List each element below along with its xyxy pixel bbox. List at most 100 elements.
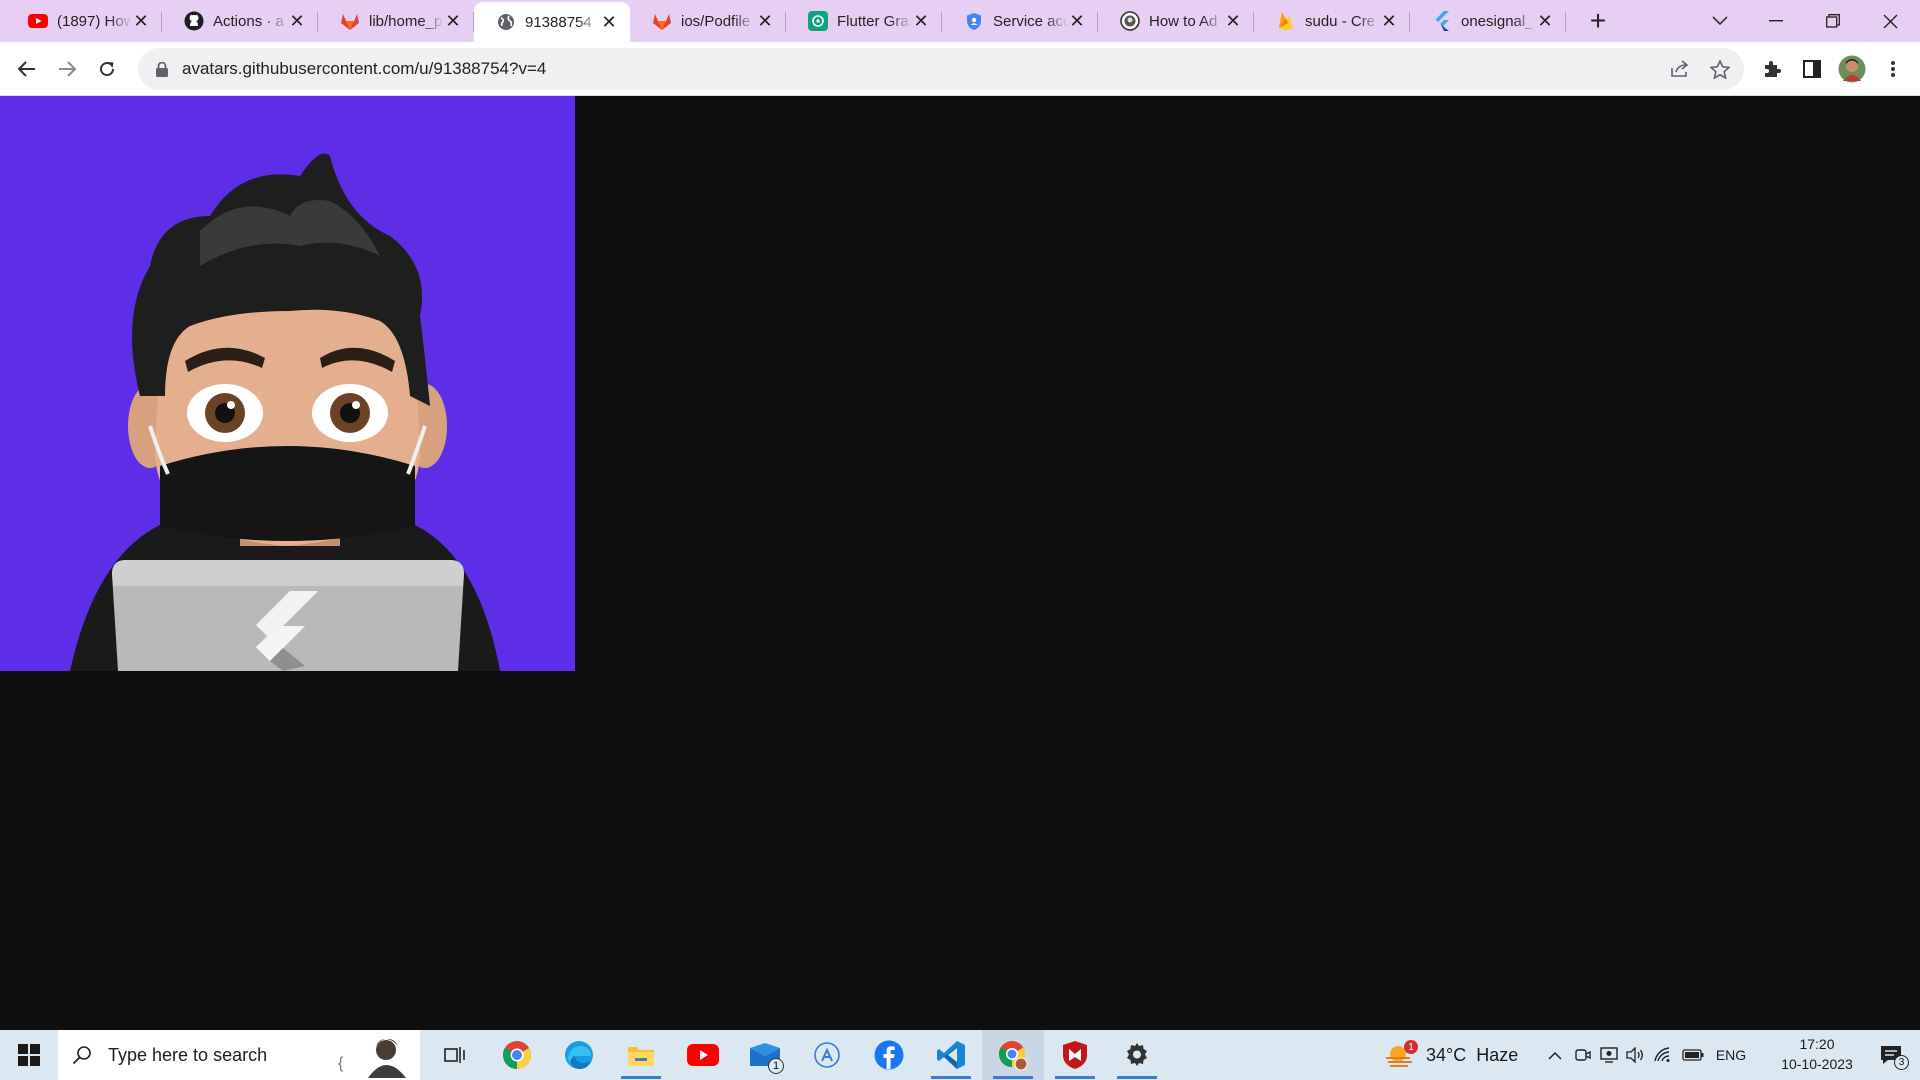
- tab-title: Service acc: [993, 12, 1068, 30]
- chevron-up-icon[interactable]: [1540, 1051, 1570, 1060]
- notification-count: 3: [1894, 1055, 1909, 1070]
- gitlab-icon: [652, 11, 672, 31]
- display-icon[interactable]: [1596, 1047, 1622, 1063]
- tab-title: sudu - Cre: [1305, 12, 1376, 30]
- tab-youtube[interactable]: (1897) How ✕: [6, 2, 162, 40]
- close-icon[interactable]: ✕: [1068, 11, 1086, 31]
- more-menu-icon[interactable]: [1877, 53, 1909, 85]
- close-icon[interactable]: ✕: [600, 12, 618, 32]
- back-button[interactable]: [11, 53, 43, 85]
- taskbar-search-box[interactable]: Type here to search {: [58, 1030, 420, 1080]
- memoji-avatar-illustration: [0, 96, 575, 671]
- github-icon: [184, 11, 204, 31]
- weather-badge: 1: [1404, 1040, 1418, 1054]
- file-explorer-icon[interactable]: [610, 1030, 672, 1080]
- settings-taskbar-icon[interactable]: [1106, 1030, 1168, 1080]
- meet-now-icon[interactable]: [1570, 1047, 1596, 1063]
- notification-icon: 3: [1880, 1045, 1909, 1070]
- close-icon[interactable]: ✕: [132, 11, 150, 31]
- chrome-profile-taskbar-icon[interactable]: [982, 1030, 1044, 1080]
- bookmark-star-icon[interactable]: [1708, 58, 1732, 80]
- weather-widget[interactable]: 1 34°C Haze: [1384, 1030, 1518, 1080]
- tab-strip: (1897) How ✕ Actions · a ✕ lib/home_p ✕ …: [0, 0, 1920, 42]
- tray-icons: ENG: [1540, 1030, 1754, 1080]
- notification-center-button[interactable]: 3: [1866, 1030, 1916, 1080]
- shield-icon: [964, 11, 984, 31]
- weather-temp: 34°C: [1426, 1044, 1467, 1065]
- close-icon[interactable]: ✕: [1536, 11, 1554, 31]
- windows-taskbar: Type here to search { 1 1 34°C Haze ENG …: [0, 1030, 1920, 1080]
- facebook-taskbar-icon[interactable]: [858, 1030, 920, 1080]
- edge-taskbar-icon[interactable]: [548, 1030, 610, 1080]
- mail-badge: 1: [768, 1058, 784, 1074]
- tab-title: onesignal_: [1461, 12, 1534, 30]
- forward-button[interactable]: [51, 53, 83, 85]
- new-tab-button[interactable]: +: [1576, 1, 1620, 41]
- volume-icon[interactable]: [1622, 1047, 1648, 1063]
- profile-avatar[interactable]: [1836, 53, 1868, 85]
- openai-icon: [808, 11, 828, 31]
- close-icon[interactable]: ✕: [444, 11, 462, 31]
- tab-title: (1897) How: [57, 12, 132, 30]
- mail-taskbar-icon[interactable]: 1: [734, 1030, 796, 1080]
- vscode-taskbar-icon[interactable]: [920, 1030, 982, 1080]
- lock-icon[interactable]: [154, 60, 170, 78]
- close-icon[interactable]: ✕: [1380, 11, 1398, 31]
- tab-github-actions[interactable]: Actions · a ✕: [162, 2, 318, 40]
- browser-toolbar: avatars.githubusercontent.com/u/91388754…: [0, 42, 1920, 96]
- tab-sudu-firebase[interactable]: sudu - Cre ✕: [1254, 2, 1410, 40]
- tab-gitlab-home[interactable]: lib/home_p ✕: [318, 2, 474, 40]
- close-icon[interactable]: ✕: [912, 11, 930, 31]
- youtube-icon: [28, 11, 48, 31]
- battery-icon[interactable]: [1678, 1049, 1708, 1061]
- tab-onesignal[interactable]: onesignal_ ✕: [1410, 2, 1566, 40]
- tab-service-account[interactable]: Service acc ✕: [942, 2, 1098, 40]
- close-window-button[interactable]: [1862, 0, 1918, 42]
- system-clock[interactable]: 17:20 10-10-2023: [1772, 1034, 1862, 1074]
- app-store-icon[interactable]: [796, 1030, 858, 1080]
- github-avatar-icon: [1120, 11, 1140, 31]
- search-icon: [72, 1045, 92, 1065]
- extensions-icon[interactable]: [1756, 53, 1788, 85]
- tab-title: 91388754: [525, 13, 592, 31]
- url-text: avatars.githubusercontent.com/u/91388754…: [182, 59, 547, 78]
- side-panel-icon[interactable]: [1796, 53, 1828, 85]
- address-bar[interactable]: avatars.githubusercontent.com/u/91388754…: [138, 48, 1744, 90]
- reload-button[interactable]: [91, 53, 123, 85]
- tab-search-button[interactable]: [1692, 0, 1748, 42]
- youtube-taskbar-icon[interactable]: [672, 1030, 734, 1080]
- tab-avatar-active[interactable]: 91388754 ✕: [474, 2, 630, 42]
- close-icon[interactable]: ✕: [756, 11, 774, 31]
- close-icon[interactable]: ✕: [1224, 11, 1242, 31]
- share-icon[interactable]: [1668, 58, 1692, 80]
- mcafee-taskbar-icon[interactable]: [1044, 1030, 1106, 1080]
- tab-gitlab-podfile[interactable]: ios/Podfile ✕: [630, 2, 786, 40]
- start-button[interactable]: [0, 1030, 58, 1080]
- language-indicator[interactable]: ENG: [1708, 1047, 1754, 1063]
- minimize-button[interactable]: [1748, 0, 1804, 42]
- wifi-icon[interactable]: [1648, 1047, 1678, 1063]
- github-avatar-image: [0, 96, 575, 671]
- tab-how-to-add[interactable]: How to Ad ✕: [1098, 2, 1254, 40]
- tab-title: How to Ad: [1149, 12, 1218, 30]
- weather-condition: Haze: [1476, 1044, 1519, 1065]
- tab-title: ios/Podfile: [681, 12, 751, 30]
- search-highlight-icon: {: [336, 1032, 416, 1078]
- search-placeholder: Type here to search: [108, 1044, 268, 1065]
- page-content: [0, 96, 1920, 1030]
- windows-icon: [18, 1044, 40, 1066]
- tab-title: Actions · a: [213, 12, 284, 30]
- task-view-icon[interactable]: [424, 1030, 486, 1080]
- gitlab-icon: [340, 11, 360, 31]
- flutter-icon: [1432, 11, 1452, 31]
- globe-icon: [496, 12, 516, 32]
- clock-date: 10-10-2023: [1781, 1056, 1853, 1072]
- tab-title: Flutter Gra: [837, 12, 909, 30]
- tab-title: lib/home_p: [369, 12, 443, 30]
- svg-text:{: {: [338, 1055, 344, 1072]
- restore-button[interactable]: [1805, 0, 1861, 42]
- close-icon[interactable]: ✕: [288, 11, 306, 31]
- tab-flutter-gradle[interactable]: Flutter Gra ✕: [786, 2, 942, 40]
- chrome-taskbar-icon[interactable]: [486, 1030, 548, 1080]
- clock-time: 17:20: [1799, 1036, 1835, 1052]
